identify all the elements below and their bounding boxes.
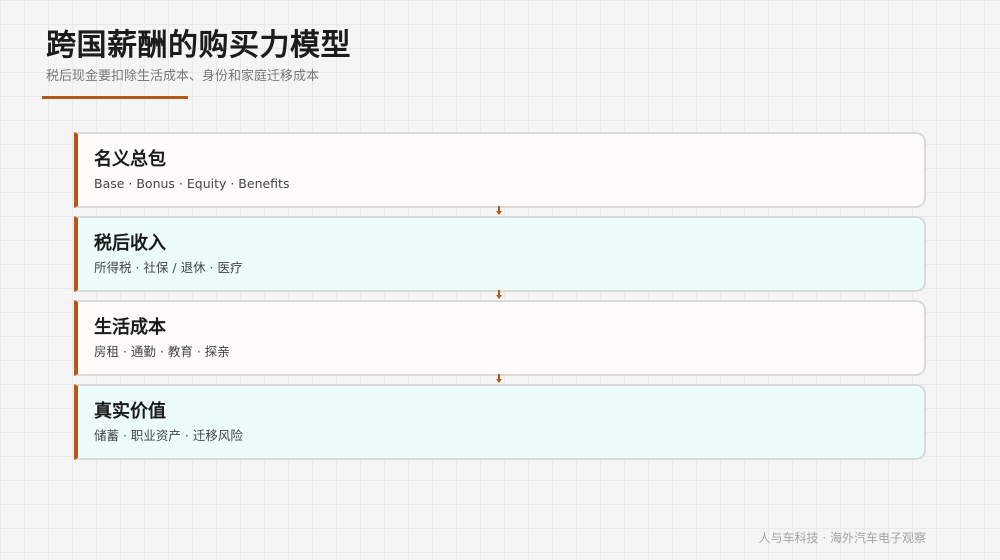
arrow-down-icon [496, 295, 502, 299]
layer-detail: 房租 · 通勤 · 教育 · 探亲 [94, 344, 230, 359]
layer-title: 生活成本 [94, 317, 166, 338]
layer-living-cost: 生活成本 房租 · 通勤 · 教育 · 探亲 [74, 300, 926, 376]
page-title: 跨国薪酬的购买力模型 [46, 28, 351, 63]
footer-credit: 人与车科技 · 海外汽车电子观察 [758, 531, 926, 545]
title-accent-rule [42, 96, 188, 99]
flow-connector [74, 374, 926, 384]
page-subtitle: 税后现金要扣除生活成本、身份和家庭迁移成本 [46, 69, 320, 84]
flow-connector [74, 290, 926, 300]
layer-detail: 所得税 · 社保 / 退休 · 医疗 [94, 260, 243, 275]
layer-detail: Base · Bonus · Equity · Benefits [94, 176, 290, 191]
layer-detail: 储蓄 · 职业资产 · 迁移风险 [94, 428, 243, 443]
arrow-down-icon [496, 379, 502, 383]
layer-title: 名义总包 [94, 149, 166, 170]
layer-real-value: 真实价值 储蓄 · 职业资产 · 迁移风险 [74, 384, 926, 460]
value-layer-stack: 名义总包 Base · Bonus · Equity · Benefits 税后… [74, 132, 926, 460]
layer-title: 税后收入 [94, 233, 166, 254]
layer-after-tax-income: 税后收入 所得税 · 社保 / 退休 · 医疗 [74, 216, 926, 292]
flow-connector [74, 206, 926, 216]
layer-title: 真实价值 [94, 401, 166, 422]
page-header: 跨国薪酬的购买力模型 税后现金要扣除生活成本、身份和家庭迁移成本 [46, 26, 351, 86]
arrow-down-icon [496, 211, 502, 215]
layer-nominal-package: 名义总包 Base · Bonus · Equity · Benefits [74, 132, 926, 208]
